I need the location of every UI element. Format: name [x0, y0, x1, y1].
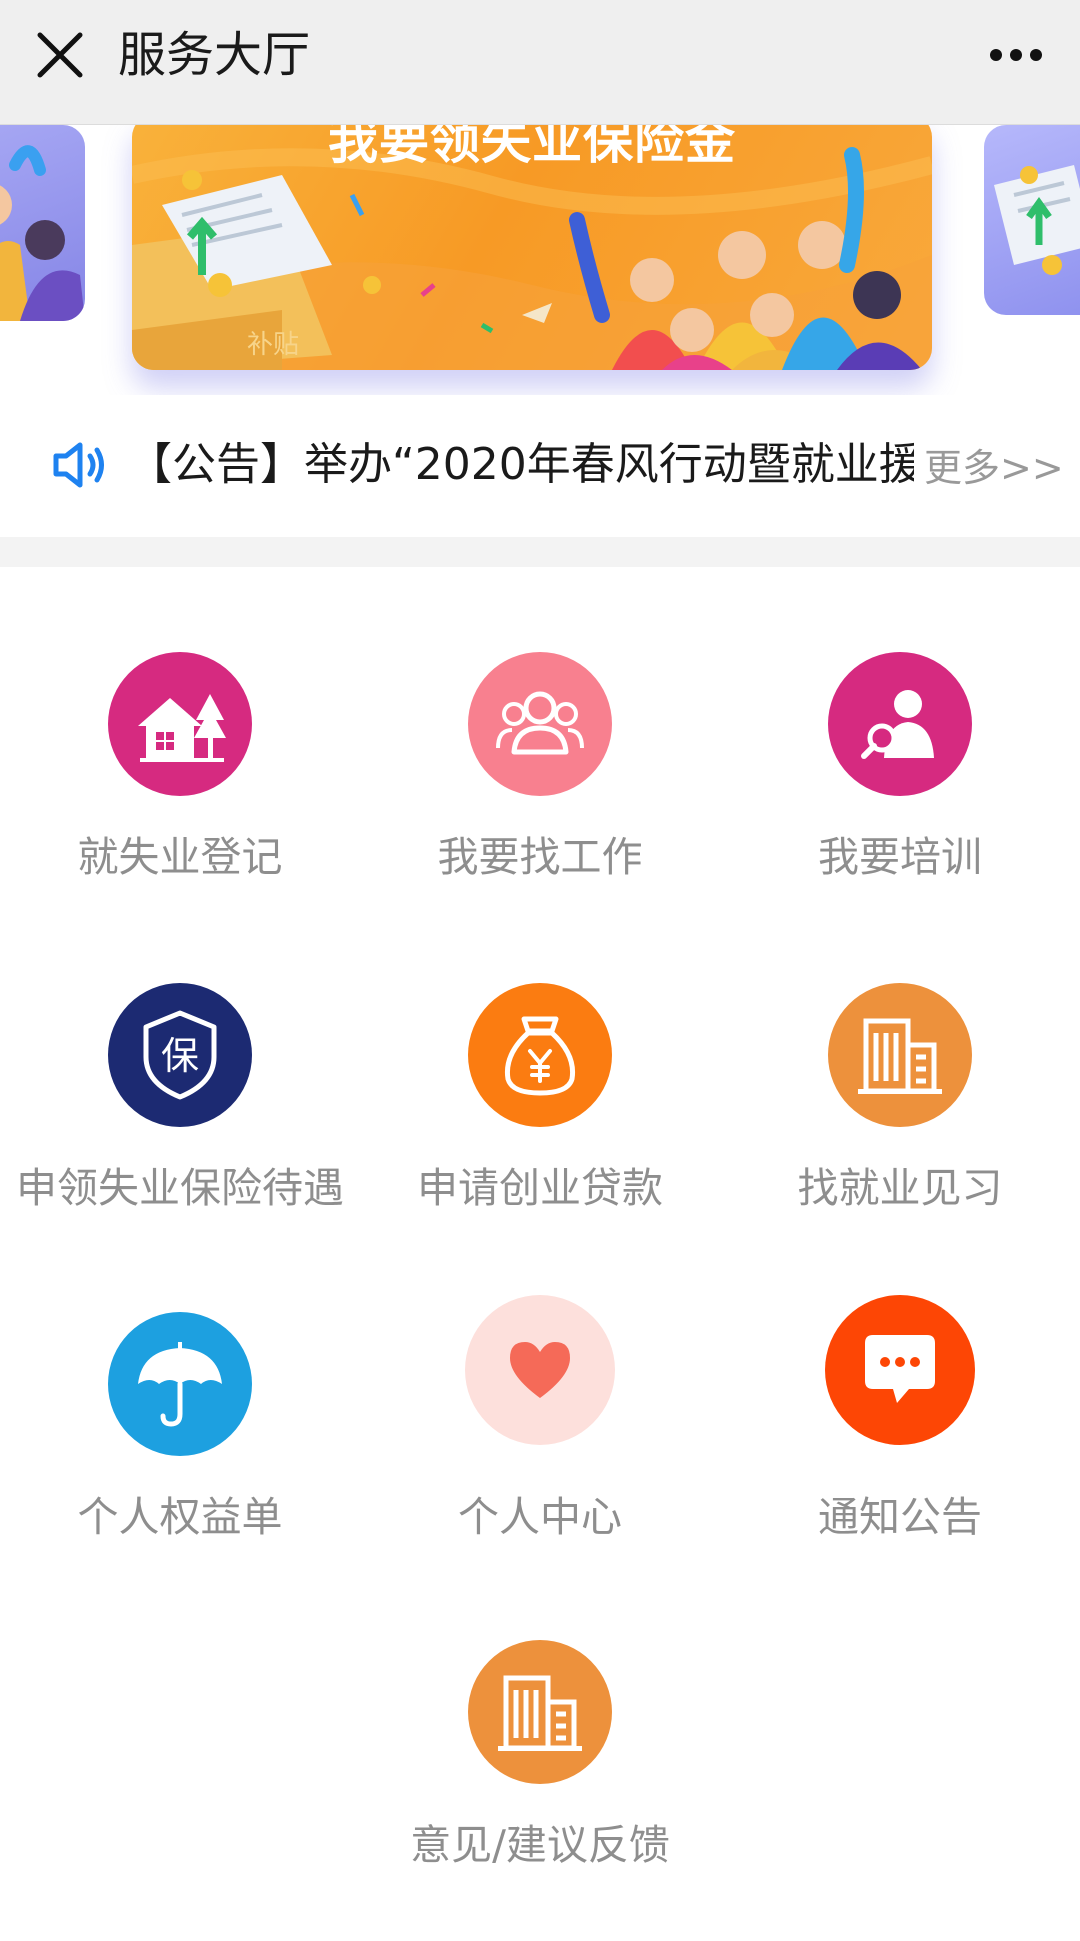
service-item-personal-center[interactable]: 个人中心: [360, 1295, 720, 1575]
service-label: 我要找工作: [437, 833, 643, 881]
notice-marquee[interactable]: 【公告】举办“2020年春风行动暨就业援助月”: [128, 430, 914, 500]
title-bar: 服务大厅: [0, 0, 1080, 125]
service-item-unemployment-insurance[interactable]: 保 申领失业保险待遇: [0, 983, 360, 1263]
service-label: 申请创业贷款: [417, 1164, 663, 1212]
service-item-feedback[interactable]: 意见/建议反馈: [360, 1640, 720, 1920]
house-tree-icon: [108, 652, 252, 796]
banner-slide-next[interactable]: [984, 125, 1080, 315]
money-bag-icon: [468, 983, 612, 1127]
umbrella-icon: [108, 1312, 252, 1456]
page-title: 服务大厅: [118, 27, 311, 83]
svg-text:保: 保: [161, 1034, 199, 1078]
service-label: 个人权益单: [77, 1493, 283, 1541]
service-label: 通知公告: [818, 1493, 982, 1541]
service-label: 申领失业保险待遇: [16, 1164, 344, 1212]
service-item-find-job[interactable]: 我要找工作: [360, 652, 720, 932]
banner-title: 我要领失业保险金: [328, 125, 736, 170]
banner-badge-text: 补贴: [247, 330, 299, 360]
service-item-registration[interactable]: 就失业登记: [0, 652, 360, 932]
banner-slide-main[interactable]: 补贴 我要领失业保险金: [132, 125, 932, 370]
service-item-startup-loan[interactable]: 申请创业贷款: [360, 983, 720, 1263]
building-icon: [468, 1640, 612, 1784]
speaker-icon: [52, 440, 106, 490]
service-item-training[interactable]: 我要培训: [720, 652, 1080, 932]
people-icon: [468, 652, 612, 796]
heart-icon: [465, 1295, 615, 1445]
shield-bao-icon: 保: [108, 983, 252, 1127]
chat-bubble-icon: [825, 1295, 975, 1445]
service-label: 意见/建议反馈: [410, 1821, 670, 1869]
notice-more-link[interactable]: 更多>>: [924, 444, 1064, 492]
building-icon: [828, 983, 972, 1127]
service-label: 就失业登记: [77, 833, 283, 881]
person-search-icon: [828, 652, 972, 796]
more-dots-icon[interactable]: [980, 28, 1052, 82]
service-label: 我要培训: [818, 833, 982, 881]
notice-text: 【公告】举办“2020年春风行动暨就业援助月”: [128, 439, 914, 490]
section-divider: [0, 537, 1080, 567]
notice-bar[interactable]: 【公告】举办“2020年春风行动暨就业援助月” 更多>>: [0, 430, 1080, 500]
banner-slide-prev[interactable]: [0, 125, 85, 321]
service-label: 找就业见习: [797, 1164, 1003, 1212]
close-icon[interactable]: [30, 25, 90, 85]
service-item-announcements[interactable]: 通知公告: [720, 1295, 1080, 1575]
service-label: 个人中心: [458, 1493, 622, 1541]
service-item-internship[interactable]: 找就业见习: [720, 983, 1080, 1263]
banner-carousel[interactable]: 补贴 我要领失业保险金: [0, 125, 1080, 395]
service-item-rights-statement[interactable]: 个人权益单: [0, 1312, 360, 1592]
